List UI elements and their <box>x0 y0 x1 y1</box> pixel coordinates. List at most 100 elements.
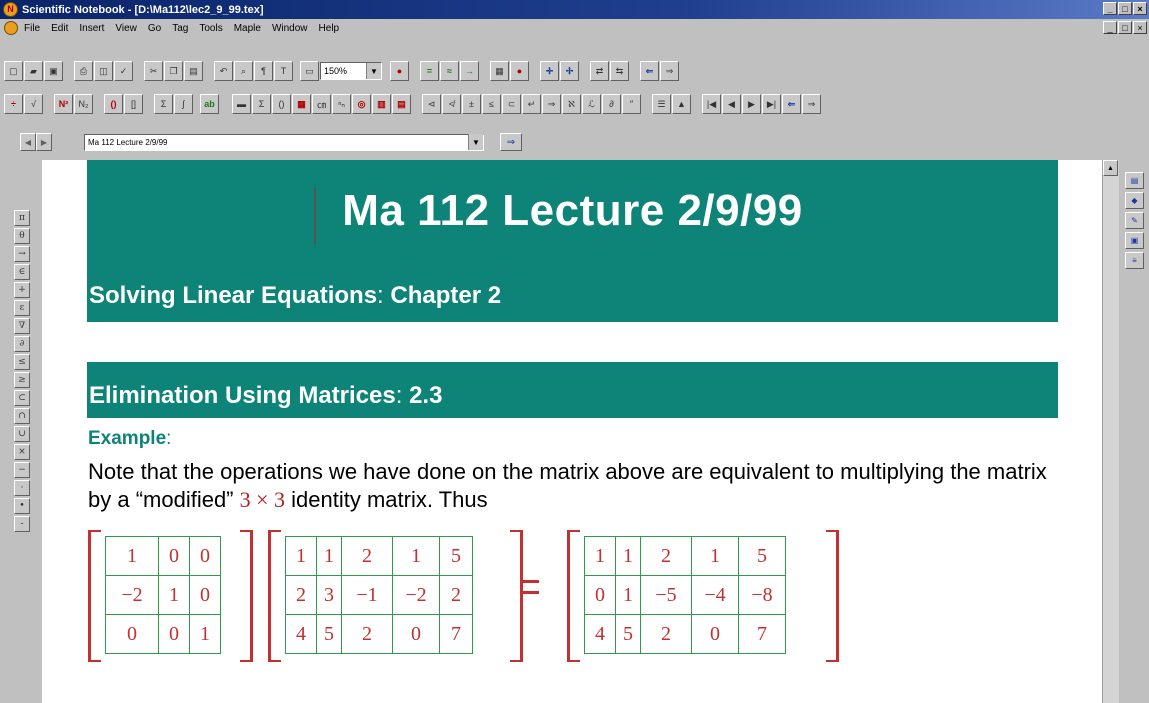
up-icon[interactable]: ▲ <box>672 94 691 114</box>
scroll-up-icon[interactable]: ▲ <box>1103 160 1118 176</box>
menu-maple[interactable]: Maple <box>234 23 261 34</box>
first-icon[interactable]: |◀ <box>702 94 721 114</box>
symbol-11-icon[interactable]: ″ <box>622 94 641 114</box>
doc-close-button[interactable]: × <box>1133 21 1147 34</box>
link-forward-icon[interactable]: ⇒ <box>660 61 679 81</box>
new-file-icon[interactable]: ▢ <box>4 61 23 81</box>
minus-icon[interactable]: − <box>14 462 30 478</box>
theta-icon[interactable]: θ <box>14 228 30 244</box>
window-title-bar[interactable]: N Scientific Notebook - [D:\Ma112\lec2_9… <box>0 0 1149 19</box>
symbol-10-icon[interactable]: ∂ <box>602 94 621 114</box>
copy-icon[interactable]: ❐ <box>164 61 183 81</box>
sum-icon[interactable]: Σ <box>154 94 173 114</box>
menu-tag[interactable]: Tag <box>172 23 188 34</box>
document-icon[interactable] <box>4 21 18 35</box>
symbol-3-icon[interactable]: ± <box>462 94 481 114</box>
plot-rect-icon[interactable]: ✛ <box>540 61 559 81</box>
paste-icon[interactable]: ▤ <box>184 61 203 81</box>
integral-icon[interactable]: ∫ <box>174 94 193 114</box>
leq-icon[interactable]: ≤ <box>14 354 30 370</box>
brackets-icon[interactable]: () <box>104 94 123 114</box>
maximize-button[interactable]: □ <box>1118 2 1132 15</box>
field-icon[interactable]: ▤ <box>392 94 411 114</box>
menu-help[interactable]: Help <box>319 23 340 34</box>
paragraph-marks-icon[interactable]: ¶ <box>254 61 273 81</box>
geq-icon[interactable]: ≥ <box>14 372 30 388</box>
menu-view[interactable]: View <box>115 23 137 34</box>
preview-icon[interactable]: ◫ <box>94 61 113 81</box>
unit-icon[interactable]: ㎝ <box>312 94 331 114</box>
symbol-4-icon[interactable]: ≤ <box>482 94 501 114</box>
close-button[interactable]: × <box>1133 2 1147 15</box>
doc-restore-button[interactable]: □ <box>1118 21 1132 34</box>
symbol-6-icon[interactable]: ↵ <box>522 94 541 114</box>
decoration-icon[interactable]: ◎ <box>352 94 371 114</box>
math-name-icon[interactable]: ⁿₙ <box>332 94 351 114</box>
matrix-bracket-icon[interactable]: [] <box>124 94 143 114</box>
menu-window[interactable]: Window <box>272 23 308 34</box>
cut-icon[interactable]: ✂ <box>144 61 163 81</box>
nav-forward-button[interactable]: ▶ <box>36 133 52 151</box>
union-icon[interactable]: ∪ <box>14 426 30 442</box>
radical-icon[interactable]: √ <box>24 94 43 114</box>
epsilon-icon[interactable]: ε <box>14 300 30 316</box>
define-icon[interactable]: ⇄ <box>590 61 609 81</box>
intersection-icon[interactable]: ∩ <box>14 408 30 424</box>
stop-icon[interactable]: ● <box>390 61 409 81</box>
symbol-2-icon[interactable]: ≮ <box>442 94 461 114</box>
doc-minimize-button[interactable]: _ <box>1103 21 1117 34</box>
label-icon[interactable]: ab <box>200 94 219 114</box>
symbol-5-icon[interactable]: ⊂ <box>502 94 521 114</box>
symbol-9-icon[interactable]: ℒ <box>582 94 601 114</box>
plus-icon[interactable]: + <box>14 282 30 298</box>
undo-icon[interactable]: ↶ <box>214 61 233 81</box>
dot-icon[interactable]: · <box>14 480 30 496</box>
dash-icon[interactable]: - <box>14 516 30 532</box>
superscript-icon[interactable]: N² <box>54 94 73 114</box>
evaluate-icon[interactable]: = <box>420 61 439 81</box>
spell-check-icon[interactable]: ✓ <box>114 61 133 81</box>
element-of-icon[interactable]: ∈ <box>14 264 30 280</box>
marker-icon[interactable]: ◆ <box>1125 192 1144 209</box>
last-icon[interactable]: ▶| <box>762 94 781 114</box>
pi-icon[interactable]: π <box>14 210 30 226</box>
menu-file[interactable]: File <box>24 23 40 34</box>
document-area[interactable]: Ma 112 Lecture 2/9/99 Solving Linear Equ… <box>42 160 1102 703</box>
menu-go[interactable]: Go <box>148 23 161 34</box>
back-icon[interactable]: ⇐ <box>782 94 801 114</box>
subscript-icon[interactable]: N₂ <box>74 94 93 114</box>
fragment-icon[interactable]: ▤ <box>1125 172 1144 189</box>
simplify-icon[interactable]: → <box>460 61 479 81</box>
plot-2d-icon[interactable]: ▦ <box>490 61 509 81</box>
field-tag-icon[interactable]: ≡ <box>1125 252 1144 269</box>
next-icon[interactable]: ▶ <box>742 94 761 114</box>
previous-icon[interactable]: ◀ <box>722 94 741 114</box>
plot-polar-icon[interactable]: ✢ <box>560 61 579 81</box>
view-icon[interactable]: ▭ <box>300 61 319 81</box>
print-icon[interactable]: ⎙ <box>74 61 93 81</box>
vertical-scrollbar[interactable]: ▲ <box>1102 160 1119 703</box>
open-folder-icon[interactable]: ▰ <box>24 61 43 81</box>
link-back-icon[interactable]: ⇐ <box>640 61 659 81</box>
display-icon[interactable]: ▬ <box>232 94 251 114</box>
forward-icon[interactable]: ⇒ <box>802 94 821 114</box>
zoom-select[interactable]: 150% ▼ <box>320 62 382 80</box>
partial-icon[interactable]: ∂ <box>14 336 30 352</box>
fraction-icon[interactable]: ÷ <box>4 94 23 114</box>
symbol-7-icon[interactable]: ⇒ <box>542 94 561 114</box>
minimize-button[interactable]: _ <box>1103 2 1117 15</box>
menu-insert[interactable]: Insert <box>79 23 104 34</box>
text-mode-icon[interactable]: T <box>274 61 293 81</box>
symbol-1-icon[interactable]: ⊲ <box>422 94 441 114</box>
save-icon[interactable]: ▣ <box>44 61 63 81</box>
binomial-icon[interactable]: () <box>272 94 291 114</box>
times-icon[interactable]: × <box>14 444 30 460</box>
menu-edit[interactable]: Edit <box>51 23 68 34</box>
app-icon[interactable]: N <box>3 2 18 17</box>
matrix-icon[interactable]: ▦ <box>292 94 311 114</box>
operators-icon[interactable]: Σ <box>252 94 271 114</box>
frame-icon[interactable]: ▣ <box>1125 232 1144 249</box>
evaluate-numerically-icon[interactable]: ≈ <box>440 61 459 81</box>
bullet-icon[interactable]: • <box>14 498 30 514</box>
nav-back-button[interactable]: ◀ <box>20 133 36 151</box>
